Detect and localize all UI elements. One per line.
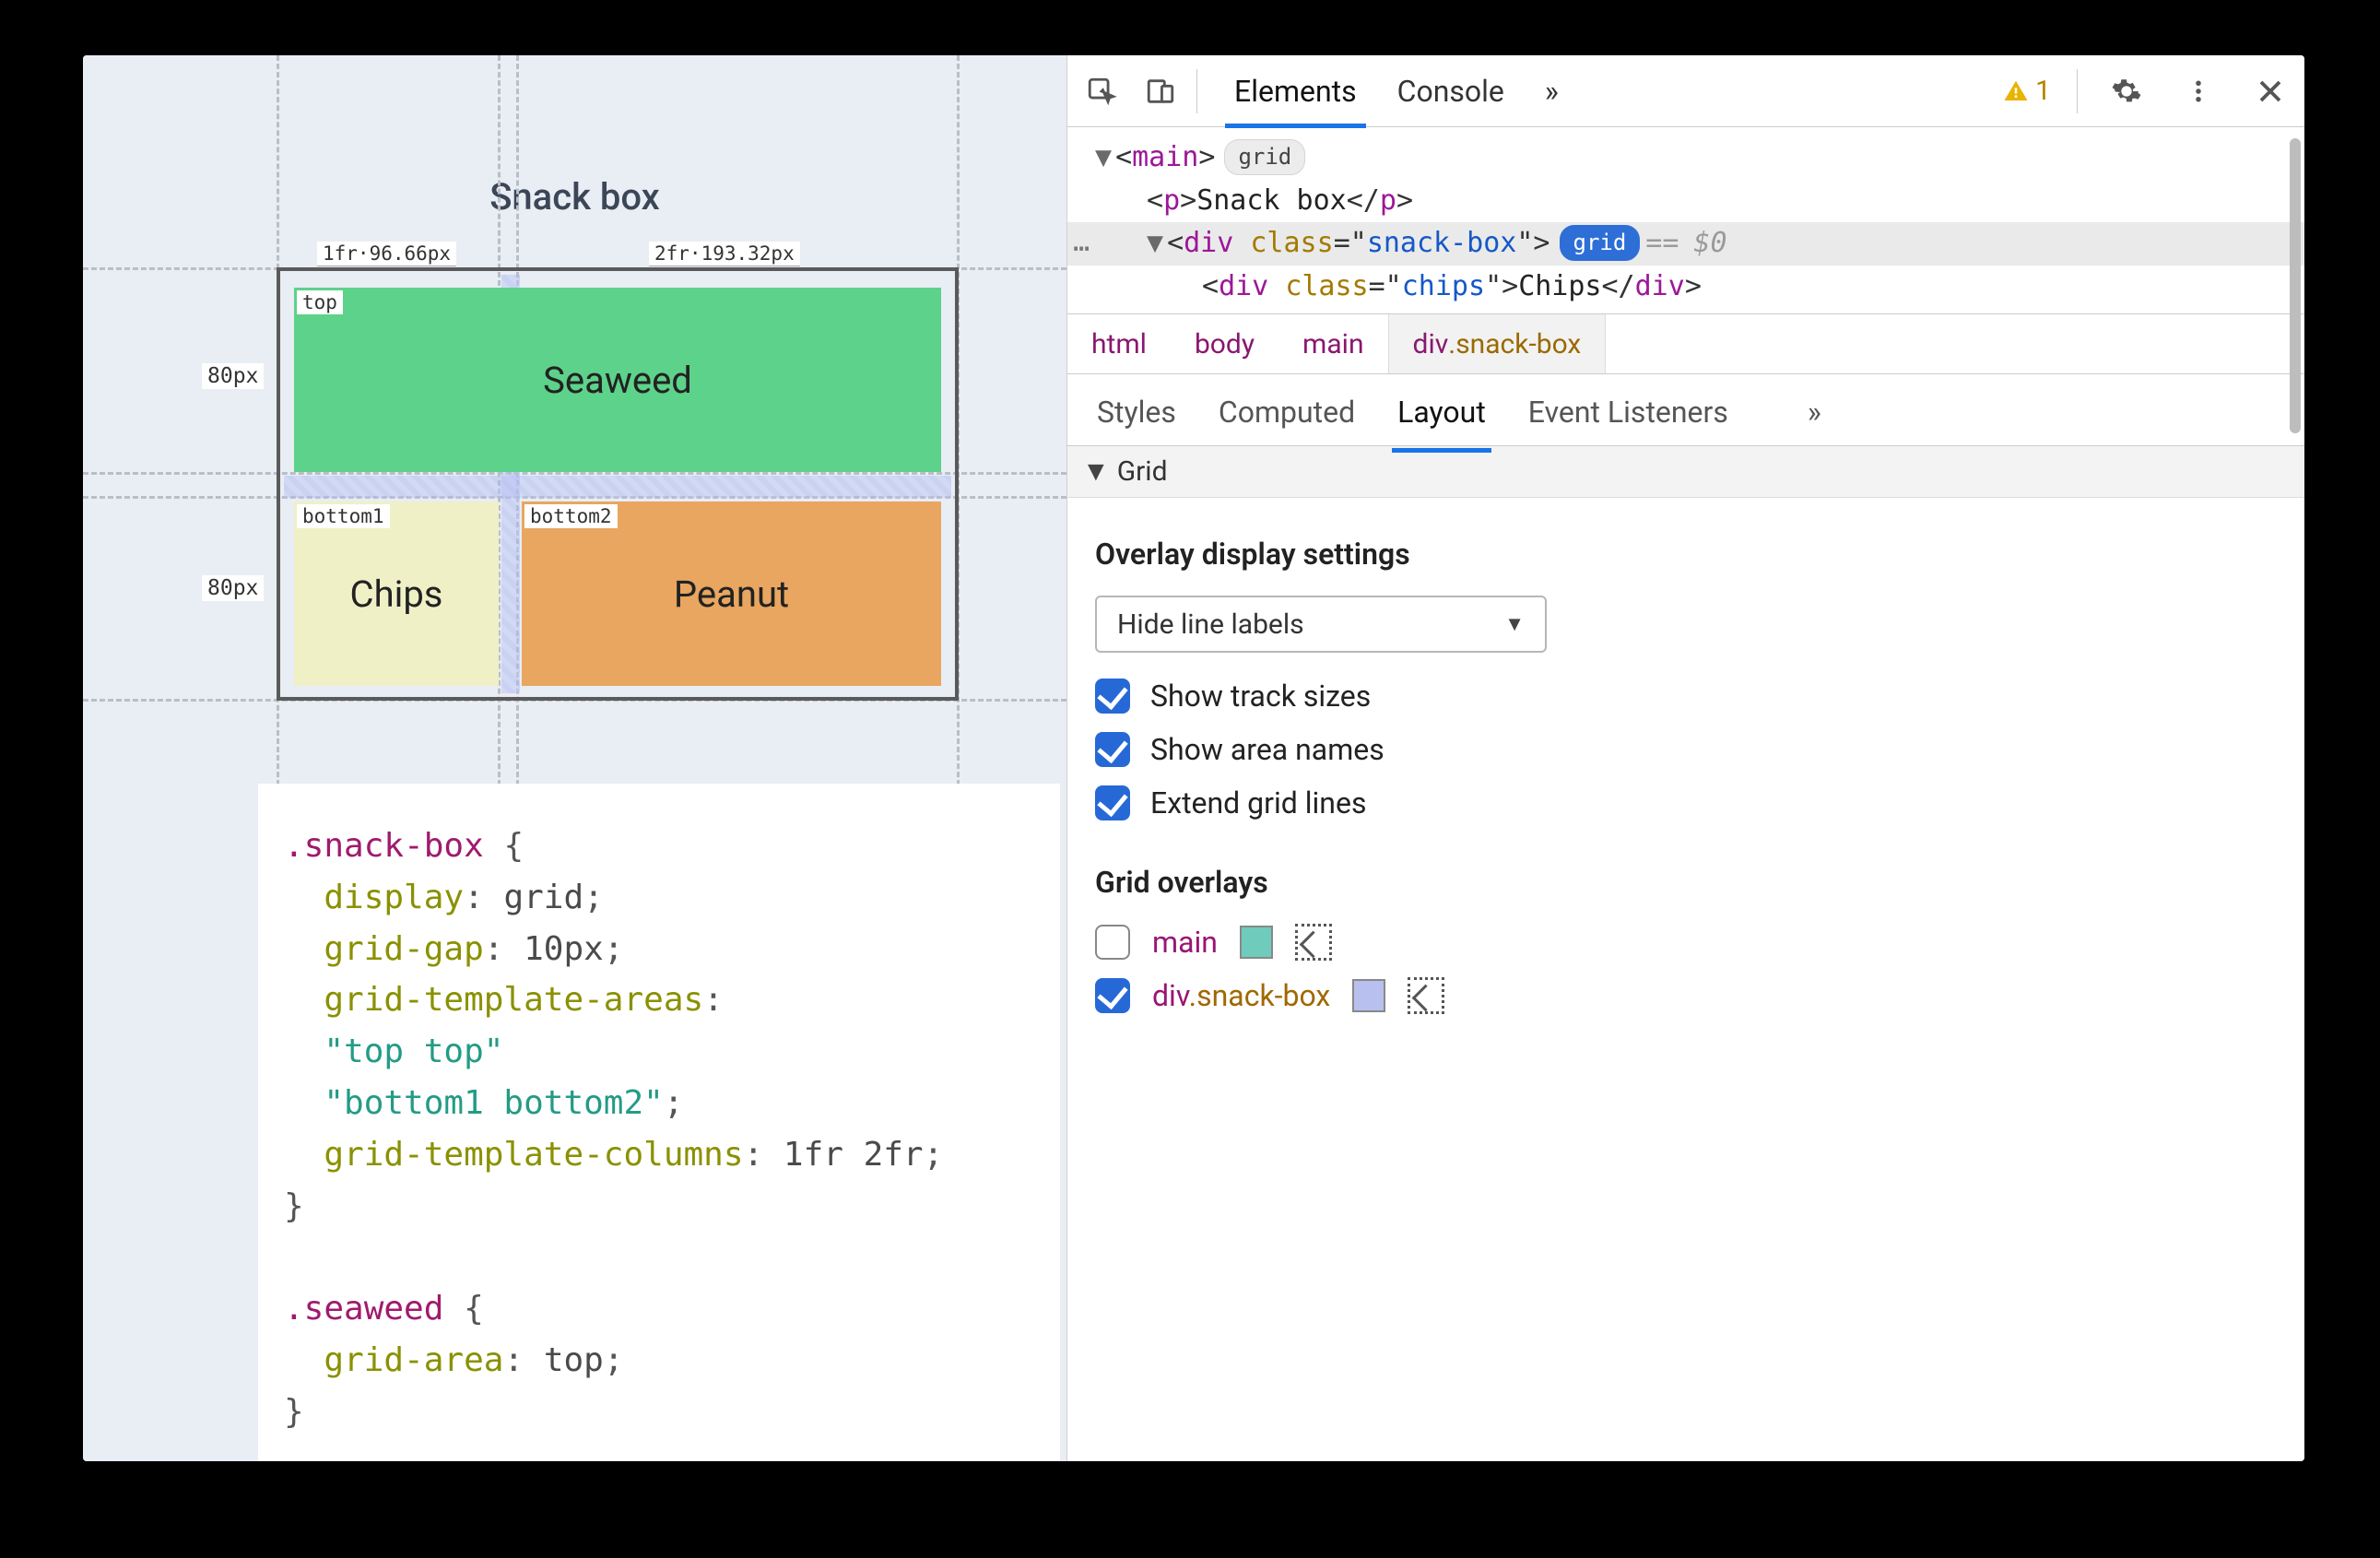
settings-gear-icon[interactable]	[2103, 68, 2150, 114]
cell-seaweed: top Seaweed	[294, 288, 941, 472]
highlight-element-icon[interactable]	[1295, 924, 1332, 961]
tab-elements[interactable]: Elements	[1231, 57, 1361, 125]
grid-badge-snackbox[interactable]: grid	[1560, 225, 1641, 261]
subtab-more-chevron[interactable]: »	[1806, 389, 1823, 452]
dom-snack-box[interactable]: ▼<div class="snack-box">grid==$0	[1067, 222, 2304, 266]
subtab-styles[interactable]: Styles	[1095, 389, 1178, 452]
snack-box-grid: 1fr·96.66px 2fr·193.32px 80px 80px top S…	[277, 267, 959, 701]
overlay-name-main[interactable]: main	[1152, 925, 1218, 960]
dom-main[interactable]: ▼<main>grid	[1095, 136, 2286, 180]
crumb-body[interactable]: body	[1171, 314, 1278, 373]
dom-breadcrumb: html body main div.snack-box	[1067, 313, 2304, 374]
col-track-2-label: 2fr·193.32px	[649, 242, 800, 266]
checkbox-checked-icon[interactable]	[1095, 785, 1130, 820]
color-swatch[interactable]	[1240, 926, 1273, 959]
row-size-2-label: 80px	[202, 575, 264, 601]
checkbox-unchecked-icon[interactable]	[1095, 925, 1130, 960]
warnings-count: 1	[2035, 75, 2051, 107]
css-code-block: .snack-box { display: grid; grid-gap: 10…	[258, 784, 1060, 1461]
dom-tree[interactable]: ▼<main>grid <p>Snack box</p> ▼<div class…	[1067, 127, 2304, 313]
chevron-down-icon: ▼	[1504, 612, 1525, 636]
kebab-menu-icon[interactable]	[2175, 68, 2221, 114]
color-swatch[interactable]	[1352, 979, 1385, 1012]
row-size-1-label: 80px	[202, 363, 264, 389]
scrollbar[interactable]	[2290, 138, 2301, 1443]
checkbox-checked-icon[interactable]	[1095, 732, 1130, 767]
area-label-bottom2: bottom2	[524, 504, 618, 528]
devtools-toolbar: Elements Console » 1	[1067, 55, 2304, 127]
inspect-element-icon[interactable]	[1078, 68, 1125, 114]
cell-chips: bottom1 Chips	[294, 502, 499, 686]
crumb-main[interactable]: main	[1278, 314, 1388, 373]
cell-peanut: bottom2 Peanut	[522, 502, 941, 686]
subtab-event-listeners[interactable]: Event Listeners	[1526, 389, 1730, 452]
peanut-text: Peanut	[674, 572, 789, 616]
tab-more-chevron[interactable]: »	[1541, 57, 1562, 125]
grid-overlay-vis: 1fr·96.66px 2fr·193.32px 80px 80px top S…	[277, 267, 1000, 719]
subtab-layout[interactable]: Layout	[1396, 389, 1488, 452]
highlight-element-icon[interactable]	[1408, 977, 1444, 1014]
grid-badge-main[interactable]: grid	[1224, 139, 1305, 175]
checkbox-checked-icon[interactable]	[1095, 679, 1130, 714]
crumb-html[interactable]: html	[1067, 314, 1171, 373]
checkbox-checked-icon[interactable]	[1095, 978, 1130, 1013]
overlay-settings-heading: Overlay display settings	[1095, 537, 2277, 572]
styles-subtabs: Styles Computed Layout Event Listeners »	[1067, 374, 2304, 446]
grid-section-header[interactable]: ▼ Grid	[1067, 446, 2304, 498]
seaweed-text: Seaweed	[543, 359, 692, 402]
page-title: Snack box	[83, 175, 1066, 218]
opt-show-area-names[interactable]: Show area names	[1095, 732, 2277, 767]
dom-chips[interactable]: <div class="chips">Chips</div>	[1095, 266, 2286, 309]
chips-text: Chips	[350, 572, 443, 616]
rendered-page: Snack box 1fr·96.66px 2fr·193.32px 80px …	[83, 55, 1066, 1461]
chevron-down-icon: ▼	[1082, 455, 1110, 488]
overlay-name-snack-box[interactable]: div.snack-box	[1152, 978, 1330, 1013]
area-label-bottom1: bottom1	[297, 504, 390, 528]
grid-overlays-heading: Grid overlays	[1095, 865, 2277, 900]
close-devtools-icon[interactable]	[2247, 68, 2293, 114]
subtab-computed[interactable]: Computed	[1217, 389, 1357, 452]
area-label-top: top	[297, 290, 343, 314]
crumb-snack-box[interactable]: div.snack-box	[1388, 314, 1607, 373]
overlay-row-main: main	[1095, 924, 2277, 961]
tab-console[interactable]: Console	[1394, 57, 1508, 125]
opt-extend-grid-lines[interactable]: Extend grid lines	[1095, 785, 2277, 820]
devtools-panel: Elements Console » 1	[1066, 55, 2304, 1461]
opt-show-track-sizes[interactable]: Show track sizes	[1095, 679, 2277, 714]
col-track-1-label: 1fr·96.66px	[317, 242, 456, 266]
warnings-badge[interactable]: 1	[2002, 75, 2051, 107]
device-toolbar-icon[interactable]	[1137, 68, 1184, 114]
overlay-row-snack-box: div.snack-box	[1095, 977, 2277, 1014]
dom-p[interactable]: <p>Snack box</p>	[1095, 180, 2286, 223]
line-labels-select[interactable]: Hide line labels ▼	[1095, 596, 1547, 653]
